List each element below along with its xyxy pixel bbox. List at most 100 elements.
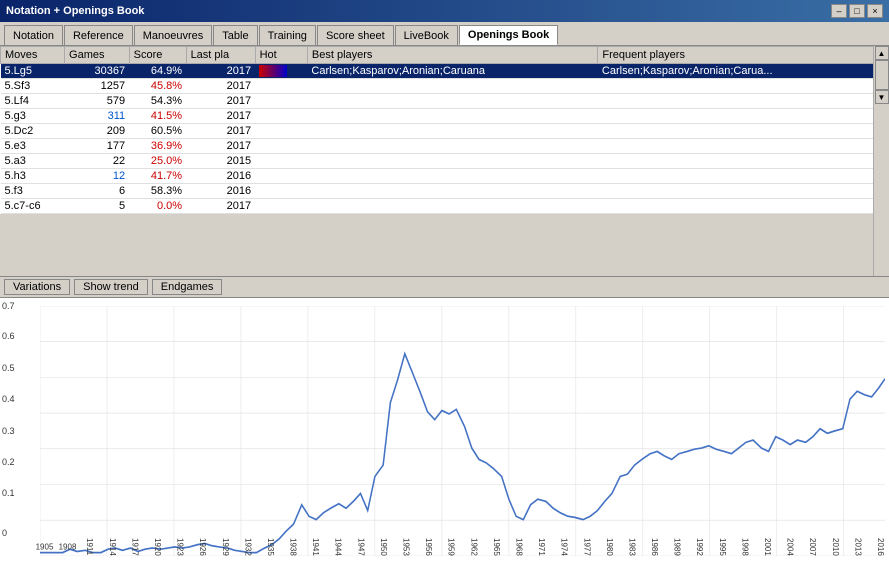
tab-manoeuvres[interactable]: Manoeuvres [134,25,213,45]
tab-showtrend[interactable]: Show trend [74,279,148,295]
cell-score: 58.3% [129,184,186,199]
x-label-1914: 1914 [108,538,117,556]
cell-score: 41.5% [129,109,186,124]
x-label-1926: 1926 [198,538,207,556]
cell-hot [255,139,307,154]
x-label-1995: 1995 [718,538,727,556]
tab-openingsbook[interactable]: Openings Book [459,25,558,45]
table-row[interactable]: 5.h3 12 41.7% 2016 [1,169,889,184]
table-row[interactable]: 5.Lf4 579 54.3% 2017 [1,94,889,109]
x-label-2004: 2004 [786,538,795,556]
hot-indicator [259,65,287,77]
table-row[interactable]: 5.Dc2 209 60.5% 2017 [1,124,889,139]
scroll-thumb[interactable] [875,60,889,90]
vertical-scrollbar[interactable]: ▲ ▼ [873,46,889,276]
tab-scoresheet[interactable]: Score sheet [317,25,394,45]
tab-livebook[interactable]: LiveBook [395,25,458,45]
cell-hot [255,124,307,139]
x-label-2013: 2013 [853,538,862,556]
x-label-2010: 2010 [831,538,840,556]
col-header-hot: Hot [255,47,307,64]
cell-frequentplayers [598,94,889,109]
cell-frequentplayers [598,79,889,94]
table-row[interactable]: 5.f3 6 58.3% 2016 [1,184,889,199]
cell-bestplayers [307,109,598,124]
cell-games: 12 [65,169,130,184]
cell-frequentplayers: Carlsen;Kasparov;Aronian;Carua... [598,64,889,79]
window-title: Notation + Openings Book [6,5,144,17]
x-label-1986: 1986 [650,538,659,556]
scroll-up-button[interactable]: ▲ [875,46,889,60]
cell-move: 5.Lg5 [1,64,65,79]
tab-variations[interactable]: Variations [4,279,70,295]
tab-table[interactable]: Table [213,25,257,45]
table-row[interactable]: 5.Sf3 1257 45.8% 2017 [1,79,889,94]
col-header-games: Games [65,47,130,64]
tab-notation[interactable]: Notation [4,25,63,45]
cell-bestplayers [307,79,598,94]
close-button[interactable]: × [867,4,883,18]
table-row[interactable]: 5.Lg5 30367 64.9% 2017 Carlsen;Kasparov;… [1,64,889,79]
x-label-2001: 2001 [763,538,772,556]
cell-last: 2017 [186,139,255,154]
x-label-1935: 1935 [266,538,275,556]
table-row[interactable]: 5.a3 22 25.0% 2015 [1,154,889,169]
cell-bestplayers [307,94,598,109]
cell-move: 5.h3 [1,169,65,184]
y-label-05: 0.5 [2,363,15,373]
table-row[interactable]: 5.g3 311 41.5% 2017 [1,109,889,124]
x-label-1977: 1977 [582,538,591,556]
cell-move: 5.a3 [1,154,65,169]
y-label-00: 0 [2,528,7,538]
x-label-1968: 1968 [514,538,523,556]
cell-last: 2017 [186,109,255,124]
cell-move: 5.f3 [1,184,65,199]
table-row[interactable]: 5.e3 177 36.9% 2017 [1,139,889,154]
y-label-03: 0.3 [2,426,15,436]
y-label-04: 0.4 [2,394,15,404]
cell-hot [255,154,307,169]
table-row[interactable]: 5.c7-c6 5 0.0% 2017 [1,199,889,214]
cell-bestplayers [307,184,598,199]
cell-hot [255,79,307,94]
scroll-down-button[interactable]: ▼ [875,90,889,104]
cell-hot [255,199,307,214]
tab-training[interactable]: Training [259,25,316,45]
y-label-06: 0.6 [2,331,15,341]
y-label-02: 0.2 [2,457,15,467]
y-label-07: 0.7 [2,301,15,311]
cell-games: 6 [65,184,130,199]
cell-games: 177 [65,139,130,154]
cell-move: 5.c7-c6 [1,199,65,214]
x-label-1929: 1929 [221,538,230,556]
minimize-button[interactable]: – [831,4,847,18]
cell-frequentplayers [598,184,889,199]
x-label-1989: 1989 [673,538,682,556]
cell-frequentplayers [598,124,889,139]
cell-games: 5 [65,199,130,214]
cell-frequentplayers [598,169,889,184]
x-label-1983: 1983 [627,538,636,556]
title-bar: Notation + Openings Book – □ × [0,0,889,22]
cell-score: 0.0% [129,199,186,214]
maximize-button[interactable]: □ [849,4,865,18]
tab-endgames[interactable]: Endgames [152,279,223,295]
tab-reference[interactable]: Reference [64,25,133,45]
cell-last: 2016 [186,184,255,199]
cell-games: 579 [65,94,130,109]
x-label-1959: 1959 [447,538,456,556]
cell-last: 2017 [186,79,255,94]
cell-last: 2017 [186,199,255,214]
cell-games: 311 [65,109,130,124]
cell-bestplayers [307,199,598,214]
cell-hot [255,94,307,109]
cell-frequentplayers [598,154,889,169]
x-label-1950: 1950 [379,538,388,556]
cell-games: 1257 [65,79,130,94]
trend-chart: 0.7 0.6 0.5 0.4 0.3 0.2 0.1 0 1905 1908 … [40,306,885,556]
cell-games: 30367 [65,64,130,79]
moves-table: Moves Games Score Last pla Hot Best play… [0,46,889,214]
x-label-1911: 1911 [85,538,94,556]
x-label-1998: 1998 [740,538,749,556]
x-label-1980: 1980 [605,538,614,556]
